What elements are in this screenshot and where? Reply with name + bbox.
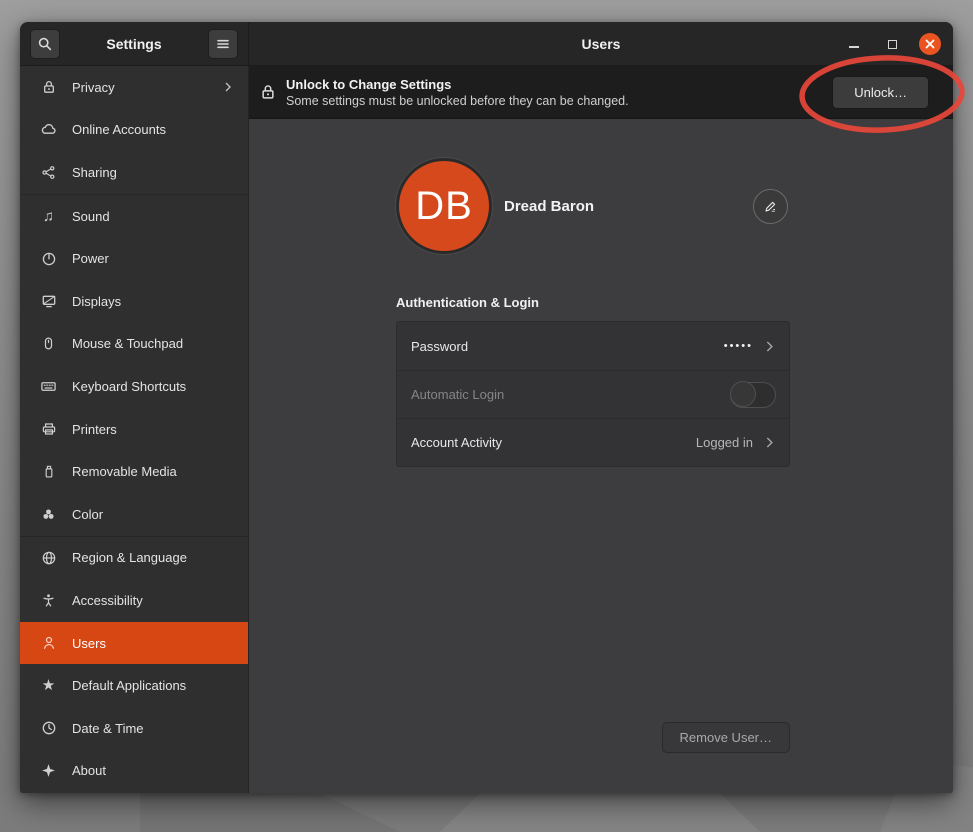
titlebar: Settings Users [20,22,953,66]
hamburger-menu-icon [215,36,231,52]
sidebar-item-region-language[interactable]: Region & Language [20,537,248,580]
sidebar-title: Settings [60,36,208,52]
sidebar-item-keyboard-shortcuts[interactable]: Keyboard Shortcuts [20,365,248,408]
sidebar-item-label: Removable Media [72,464,234,479]
unlock-button[interactable]: Unlock… [832,76,929,109]
password-dots: ••••• [724,340,753,352]
accessibility-icon [40,592,57,609]
sidebar-item-mouse-touchpad[interactable]: Mouse & Touchpad [20,323,248,366]
display-icon [40,293,57,310]
users-icon [40,635,57,652]
sidebar-item-label: Printers [72,422,234,437]
pencil-icon [763,199,778,214]
maximize-icon [888,40,897,49]
page-body: DB Dread Baron Authentication & Login [249,119,953,793]
sidebar-item-power[interactable]: Power [20,237,248,280]
sidebar-item-label: Displays [72,294,234,309]
window-controls [843,22,941,66]
sidebar-item-label: About [72,763,234,778]
globe-icon [40,549,57,566]
sidebar-item-label: Users [72,636,234,651]
sidebar-item-about[interactable]: About [20,750,248,793]
sidebar-item-accessibility[interactable]: Accessibility [20,579,248,622]
printer-icon [40,421,57,438]
mouse-icon [40,335,57,352]
sidebar-header: Settings [20,22,249,65]
color-icon [40,506,57,523]
share-icon [40,164,57,181]
close-icon [924,38,936,50]
row-label: Account Activity [411,435,502,450]
lock-icon [259,83,277,101]
sidebar-item-label: Sharing [72,165,234,180]
sidebar-item-label: Default Applications [72,678,234,693]
settings-window: Settings Users [20,22,953,793]
maximize-button[interactable] [881,33,903,55]
banner-title: Unlock to Change Settings [286,76,823,93]
sidebar-item-label: Mouse & Touchpad [72,336,234,351]
sidebar-item-label: Region & Language [72,550,234,565]
user-header: DB Dread Baron [396,158,790,254]
minimize-icon [849,46,859,48]
toggle-knob [730,381,756,407]
row-label: Password [411,339,468,354]
users-panel: Unlock to Change Settings Some settings … [249,66,953,793]
keyboard-icon [40,378,57,395]
edit-name-button[interactable] [753,189,788,224]
sidebar-item-users[interactable]: Users [20,622,248,665]
sidebar-item-label: Sound [72,209,234,224]
sidebar-item-label: Date & Time [72,721,234,736]
sidebar-item-sharing[interactable]: Sharing [20,151,248,194]
chevron-right-icon [763,436,776,449]
section-heading: Authentication & Login [396,295,790,310]
usb-drive-icon [40,463,57,480]
sidebar-item-sound[interactable]: ♫ Sound [20,195,248,238]
banner-subtitle: Some settings must be unlocked before th… [286,93,823,109]
sidebar-item-online-accounts[interactable]: Online Accounts [20,109,248,152]
auth-listbox: Password ••••• Automatic Login [396,321,790,467]
search-button[interactable] [30,29,60,59]
power-icon [40,250,57,267]
close-button[interactable] [919,33,941,55]
search-icon [37,36,53,52]
sidebar-item-label: Privacy [72,80,207,95]
page-title: Users [582,36,621,52]
minimize-button[interactable] [843,33,865,55]
sidebar-item-privacy[interactable]: Privacy [20,66,248,109]
sidebar-item-displays[interactable]: Displays [20,280,248,323]
account-activity-row[interactable]: Account Activity Logged in [397,418,789,466]
sidebar-item-default-applications[interactable]: ★ Default Applications [20,664,248,707]
sidebar-item-removable-media[interactable]: Removable Media [20,450,248,493]
sidebar-item-date-time[interactable]: Date & Time [20,707,248,750]
menu-button[interactable] [208,29,238,59]
banner-text: Unlock to Change Settings Some settings … [286,76,823,109]
lock-icon [40,79,57,96]
sidebar-item-printers[interactable]: Printers [20,408,248,451]
unlock-banner: Unlock to Change Settings Some settings … [249,66,953,119]
automatic-login-row: Automatic Login [397,370,789,418]
music-note-icon: ♫ [40,208,57,225]
wallpaper-facet [140,790,400,832]
clock-icon [40,720,57,737]
avatar[interactable]: DB [396,158,492,254]
chevron-right-icon [763,340,776,353]
main-header: Users [249,22,953,65]
user-full-name: Dread Baron [504,198,594,215]
sidebar-item-label: Color [72,507,234,522]
sidebar-item-label: Online Accounts [72,122,234,137]
automatic-login-toggle[interactable] [730,382,776,408]
cloud-icon [40,121,57,138]
sidebar-item-label: Accessibility [72,593,234,608]
password-row[interactable]: Password ••••• [397,322,789,370]
sidebar-item-label: Keyboard Shortcuts [72,379,234,394]
sparkle-icon [40,762,57,779]
remove-user-button[interactable]: Remove User… [662,722,790,753]
chevron-right-icon [222,81,234,93]
sidebar-item-color[interactable]: Color [20,493,248,536]
row-label: Automatic Login [411,387,504,402]
sidebar-item-label: Power [72,251,234,266]
star-icon: ★ [40,677,57,694]
row-value: Logged in [696,435,753,450]
sidebar: Privacy Online Accounts [20,66,249,793]
